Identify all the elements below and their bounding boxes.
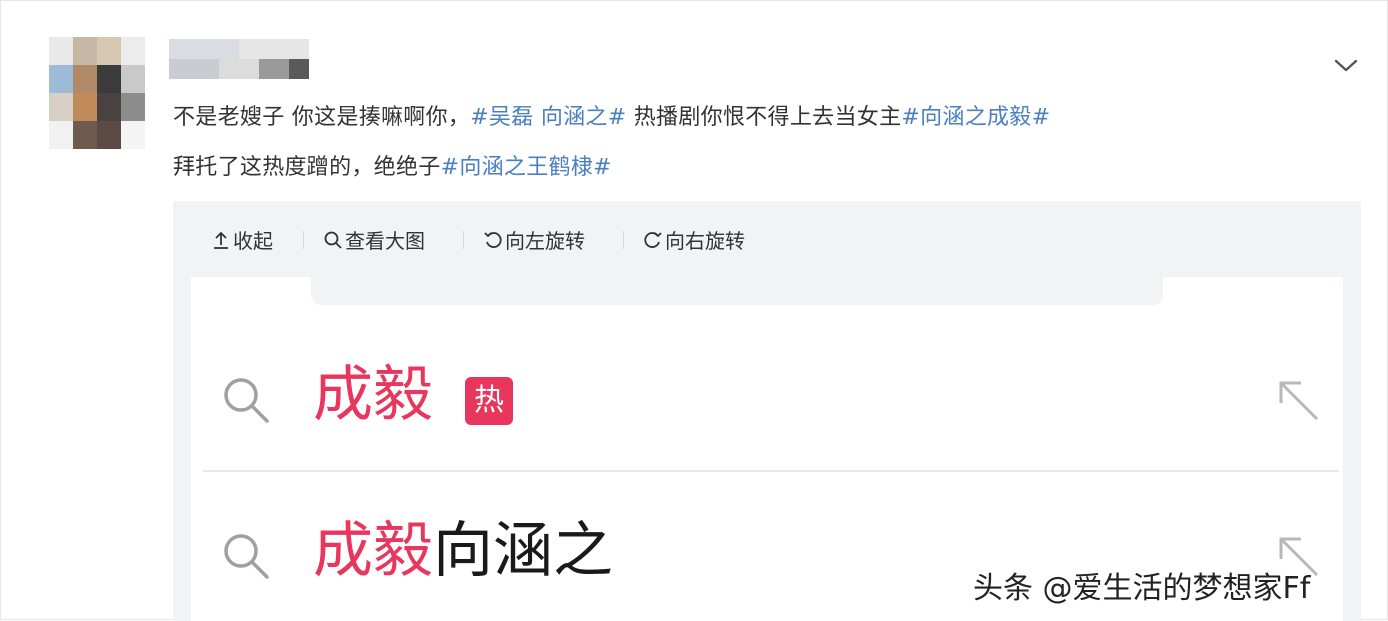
zoom-icon: [324, 231, 342, 249]
image-toolbar: 收起 查看大图 向左旋转 向右旋转: [173, 201, 1361, 277]
image-viewer: 收起 查看大图 向左旋转 向右旋转 成毅 热 成毅向涵之: [173, 201, 1361, 621]
rotate-left-label: 向左旋转: [505, 229, 585, 253]
watermark: 头条 @爱生活的梦想家Ff: [973, 571, 1311, 606]
post-text-line-2: 拜托了这热度蹭的，绝绝子#向涵之王鹤棣#: [173, 149, 612, 181]
avatar[interactable]: [49, 37, 145, 149]
post-text: 拜托了这热度蹭的，绝绝子: [173, 155, 441, 180]
rotate-right-button[interactable]: 向右旋转: [643, 225, 745, 254]
search-bar-edge: [311, 277, 1163, 305]
collapse-button[interactable]: 收起: [211, 225, 273, 254]
row-divider: [203, 470, 1339, 472]
rotate-left-button[interactable]: 向左旋转: [483, 225, 585, 254]
search-suggestion-row[interactable]: 成毅 热: [191, 343, 1343, 463]
toolbar-divider: [623, 231, 624, 249]
chevron-down-icon[interactable]: [1333, 53, 1359, 77]
username-blurred[interactable]: [169, 39, 309, 79]
rotate-right-label: 向右旋转: [665, 229, 745, 253]
search-icon: [224, 534, 269, 579]
suggestion-text: 成毅向涵之: [313, 511, 613, 591]
post-text: 热播剧你恨不得上去当女主: [626, 105, 902, 130]
hashtag-link[interactable]: #向涵之成毅#: [901, 105, 1050, 130]
collapse-label: 收起: [233, 229, 273, 253]
suggestion-highlight: 成毅: [313, 516, 433, 586]
rotate-left-icon: [484, 231, 502, 248]
suggestion-text: 成毅: [313, 355, 433, 435]
view-large-button[interactable]: 查看大图: [323, 225, 425, 254]
toolbar-divider: [463, 231, 464, 249]
hashtag-link[interactable]: #吴磊 向涵之#: [470, 105, 626, 130]
rotate-right-icon: [644, 231, 662, 248]
collapse-up-icon: [214, 231, 228, 249]
arrow-up-left-icon[interactable]: [1275, 377, 1323, 425]
post-text-line-1: 不是老嫂子 你这是揍嘛啊你，#吴磊 向涵之# 热播剧你恨不得上去当女主#向涵之成…: [173, 99, 1050, 131]
hot-badge: 热: [465, 377, 513, 425]
hashtag-link[interactable]: #向涵之王鹤棣#: [441, 155, 612, 180]
weibo-post-card: 不是老嫂子 你这是揍嘛啊你，#吴磊 向涵之# 热播剧你恨不得上去当女主#向涵之成…: [0, 0, 1388, 621]
post-text: 不是老嫂子 你这是揍嘛啊你，: [173, 105, 471, 130]
search-icon: [224, 378, 269, 423]
suggestion-rest: 向涵之: [433, 516, 613, 586]
toolbar-divider: [303, 231, 304, 249]
suggestion-highlight: 成毅: [313, 360, 433, 430]
view-large-label: 查看大图: [345, 229, 425, 253]
